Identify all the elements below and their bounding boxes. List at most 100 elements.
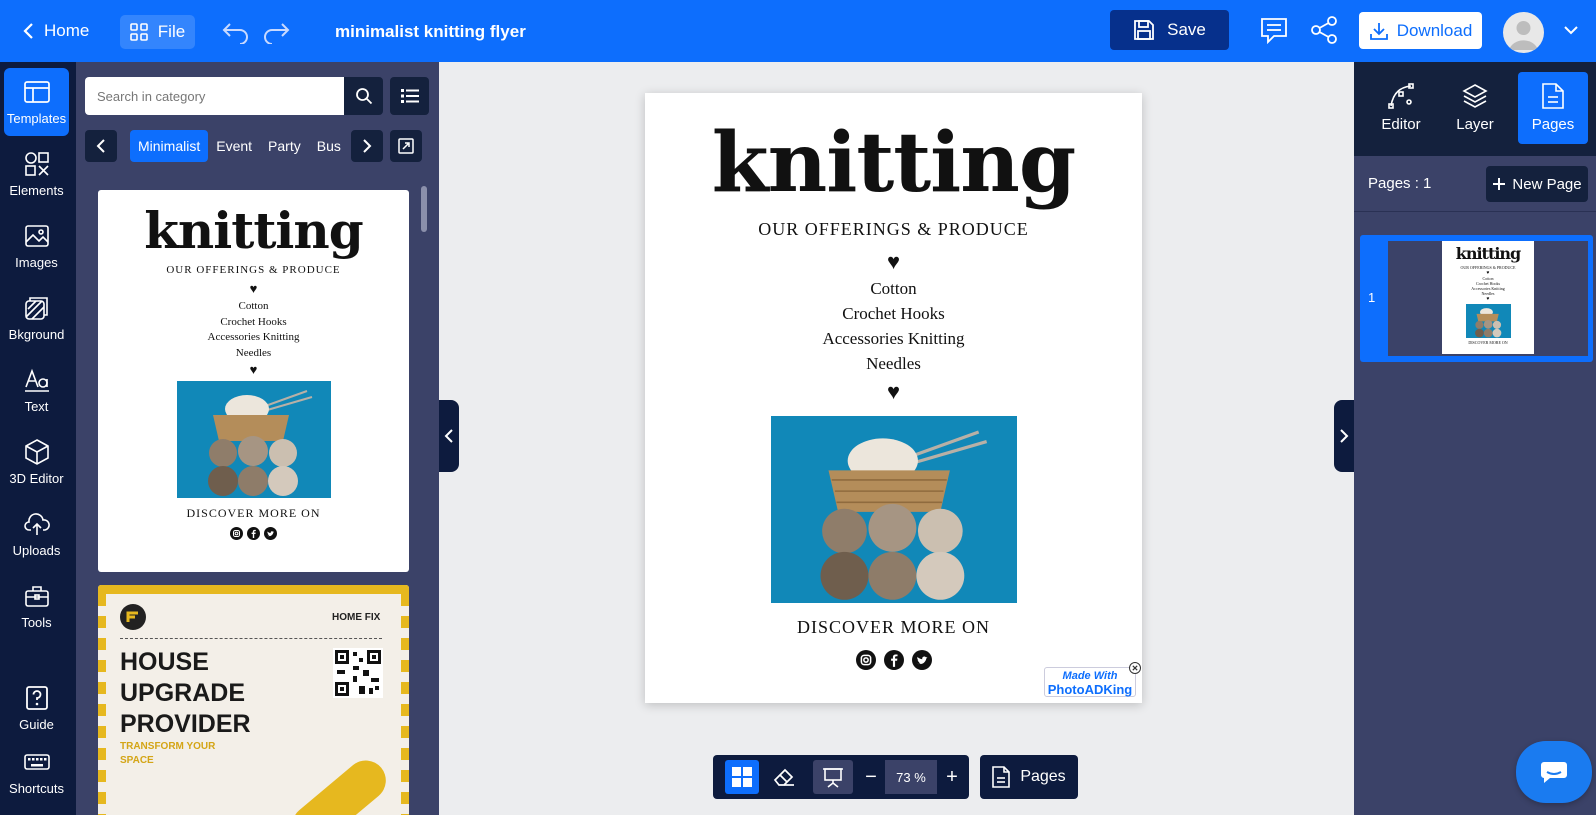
document-title[interactable]: minimalist knitting flyer [335, 22, 526, 42]
rail-label: Bkground [8, 326, 65, 342]
card-flyer-item: Cotton [238, 300, 269, 312]
present-button[interactable] [813, 760, 853, 794]
rail-label: Images [15, 254, 58, 270]
rail-item-templates[interactable]: Templates [4, 68, 69, 136]
file-label: File [157, 22, 186, 41]
save-button[interactable]: Save [1110, 10, 1229, 50]
thumbnail-page: knitting OUR OFFERINGS & PRODUCE ♥ Cotto… [1442, 241, 1534, 354]
template-card-home-fix[interactable]: HOME FIX HOUSE UPGRADE PROVIDER TRANSFOR… [98, 585, 409, 815]
twitter-icon [264, 527, 277, 540]
cube-icon [24, 438, 49, 465]
redo-icon[interactable] [262, 20, 290, 44]
flyer-item[interactable]: Crochet Hooks [645, 301, 1142, 326]
flyer-item[interactable]: Cotton [645, 276, 1142, 301]
chat-support-button[interactable] [1516, 741, 1592, 803]
list-view-button[interactable] [390, 77, 429, 115]
comment-icon[interactable] [1260, 16, 1288, 44]
facebook-icon [247, 527, 260, 540]
chat-icon [1541, 762, 1567, 783]
heart-icon[interactable]: ♥ [645, 380, 1142, 404]
rail-label: 3D Editor [9, 470, 64, 486]
upload-icon [23, 512, 50, 535]
template-card-knitting[interactable]: knitting OUR OFFERINGS & PRODUCE ♥ Cotto… [98, 190, 409, 572]
card-flyer-item: Crochet Hooks [220, 315, 287, 328]
flyer-title[interactable]: knitting [645, 119, 1142, 207]
design-canvas-page[interactable]: knitting OUR OFFERINGS & PRODUCE ♥ Cotto… [645, 93, 1142, 703]
tab-editor[interactable]: Editor [1366, 72, 1436, 144]
list-icon [400, 89, 419, 103]
panel-scrollbar[interactable] [421, 186, 427, 232]
facebook-icon[interactable] [883, 650, 904, 670]
category-tab-event[interactable]: Event [208, 130, 260, 162]
tagline-line: TRANSFORM YOUR [120, 741, 216, 752]
collapse-left-panel-button[interactable] [439, 400, 459, 472]
category-tab-party[interactable]: Party [260, 130, 309, 162]
photoadking-watermark[interactable]: Made With PhotoADKing [1044, 662, 1141, 697]
tab-pages[interactable]: Pages [1518, 72, 1588, 144]
qr-code-icon [333, 648, 383, 698]
avatar[interactable] [1503, 12, 1544, 53]
grid-view-button[interactable] [725, 760, 759, 794]
category-next-button[interactable] [351, 130, 383, 162]
flyer-cta[interactable]: DISCOVER MORE ON [645, 617, 1142, 638]
category-tab-business[interactable]: Bus [309, 130, 344, 162]
zoom-out-button[interactable]: − [858, 760, 884, 794]
file-menu-button[interactable]: File [120, 15, 195, 49]
rail-item-guide[interactable]: Guide [4, 674, 69, 742]
rail-item-shortcuts[interactable]: Shortcuts [4, 742, 69, 802]
headline-line: UPGRADE [120, 679, 246, 707]
heart-icon[interactable]: ♥ [645, 250, 1142, 274]
help-icon [25, 685, 48, 710]
chevron-down-icon[interactable] [1563, 24, 1579, 36]
search-icon [355, 88, 372, 105]
collapse-right-panel-button[interactable] [1334, 400, 1354, 472]
flyer-item[interactable]: Accessories Knitting [645, 326, 1142, 351]
search-input[interactable]: Search in category [85, 77, 363, 115]
page-thumbnail-1[interactable]: 1 knitting OUR OFFERINGS & PRODUCE ♥ Cot… [1360, 235, 1593, 362]
new-page-button[interactable]: New Page [1486, 166, 1588, 202]
category-prev-button[interactable] [85, 130, 117, 162]
pages-button-label: Pages [1020, 768, 1066, 785]
rail-item-uploads[interactable]: Uploads [4, 500, 69, 568]
card-left-stripe [98, 594, 106, 815]
rail-item-tools[interactable]: Tools [4, 572, 69, 640]
download-icon [1369, 22, 1388, 40]
plus-icon [1493, 178, 1506, 190]
share-icon[interactable] [1310, 16, 1338, 44]
rail-item-elements[interactable]: Elements [4, 140, 69, 208]
right-panel-tabs: Editor Layer Pages [1354, 62, 1596, 156]
close-icon[interactable] [1129, 662, 1141, 674]
eraser-button[interactable] [767, 760, 801, 794]
pages-toggle-button[interactable]: Pages [980, 755, 1078, 799]
expand-panel-button[interactable] [390, 130, 422, 162]
grid-icon [732, 767, 752, 787]
zoom-level[interactable]: 73 % [885, 760, 937, 794]
home-label: Home [44, 21, 90, 40]
rail-label: Tools [21, 614, 52, 630]
flyer-subtitle[interactable]: OUR OFFERINGS & PRODUCE [645, 219, 1142, 240]
category-tab-minimalist[interactable]: Minimalist [130, 130, 209, 162]
yarn-basket-illustration [207, 390, 312, 496]
search-button[interactable] [344, 77, 383, 115]
thumb-title: knitting [1455, 244, 1521, 263]
rail-item-background[interactable]: Bkground [4, 284, 69, 352]
flyer-item[interactable]: Needles [645, 351, 1142, 376]
home-button[interactable]: Home [22, 16, 89, 46]
zoom-in-button[interactable]: + [939, 760, 965, 794]
card-divider [120, 638, 382, 639]
rail-item-text[interactable]: Text [4, 356, 69, 424]
card-right-stripe [401, 594, 409, 815]
tab-layer[interactable]: Layer [1440, 72, 1510, 144]
chevron-left-icon [96, 139, 105, 153]
yarn-basket-image [176, 381, 331, 498]
rail-item-3d-editor[interactable]: 3D Editor [4, 428, 69, 496]
undo-icon[interactable] [222, 20, 250, 44]
tab-label: Pages [1531, 116, 1575, 133]
thumb-cta: DISCOVER MORE ON [1468, 340, 1508, 345]
rail-item-images[interactable]: Images [4, 212, 69, 280]
yarn-basket-image[interactable] [770, 416, 1017, 603]
twitter-icon[interactable] [911, 650, 932, 670]
download-button[interactable]: Download [1359, 12, 1482, 49]
download-label: Download [1396, 20, 1473, 40]
instagram-icon[interactable] [855, 650, 876, 670]
